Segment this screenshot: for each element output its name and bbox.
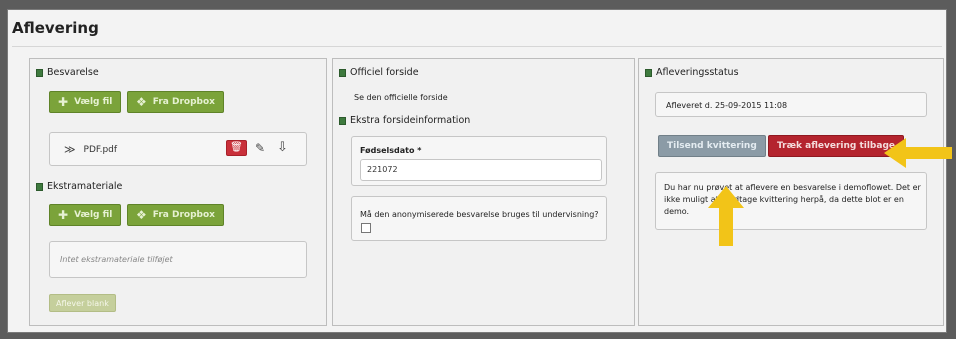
section-icon [339, 116, 346, 125]
ekstra-heading: Ekstramateriale [36, 181, 122, 192]
section-icon [339, 68, 346, 77]
extra-cover-heading: Ekstra forsideinformation [339, 115, 470, 126]
info-box: Du har nu prøvet at aflevere en besvarel… [655, 172, 927, 230]
anon-question: Må den anonymiserede besvarelse bruges t… [360, 210, 599, 219]
submit-blank-label: Aflever blank [56, 298, 109, 308]
dropbox-icon: ❖ [136, 208, 147, 222]
forside-heading-label: Officiel forside [350, 67, 419, 78]
submitted-text: Afleveret d. 25-09-2015 11:08 [666, 101, 788, 110]
ekstra-choose-file-label: Vælg fil [74, 210, 113, 220]
up-arrow-icon [708, 186, 744, 246]
besvarelse-heading-label: Besvarelse [47, 67, 99, 78]
dropbox-label: Fra Dropbox [152, 97, 215, 107]
plus-icon: ✚ [58, 95, 69, 109]
choose-file-button[interactable]: ✚ Vælg fil [49, 91, 122, 113]
uploaded-file-row: ≫ PDF.pdf 🗑 ✎ ⇩ [49, 132, 307, 166]
ekstra-empty-box: Intet ekstramateriale tilføjet [49, 241, 307, 278]
file-name: PDF.pdf [83, 144, 118, 155]
besvarelse-panel: Besvarelse ✚ Vælg fil ❖ Fra Dropbox ≫ PD… [29, 58, 327, 326]
anon-group: Må den anonymiserede besvarelse bruges t… [351, 196, 607, 241]
ekstra-dropbox-button[interactable]: ❖ Fra Dropbox [127, 204, 224, 226]
download-icon[interactable]: ⇩ [277, 141, 288, 154]
dropbox-icon: ❖ [136, 95, 147, 109]
status-heading: Afleveringsstatus [645, 67, 739, 78]
extra-cover-heading-label: Ekstra forsideinformation [350, 115, 471, 126]
title-divider [12, 46, 942, 47]
ekstra-heading-label: Ekstramateriale [47, 181, 123, 192]
delete-icon[interactable]: 🗑 [226, 140, 247, 156]
dropbox-button[interactable]: ❖ Fra Dropbox [127, 91, 224, 113]
dob-input[interactable]: 221072 [360, 159, 602, 181]
plus-icon: ✚ [58, 208, 69, 222]
left-arrow-icon [884, 138, 952, 168]
choose-file-label: Vælg fil [74, 97, 113, 107]
besvarelse-heading: Besvarelse [36, 67, 99, 78]
section-icon [36, 182, 43, 191]
file-entry[interactable]: ≫ PDF.pdf [64, 143, 117, 156]
status-heading-label: Afleveringsstatus [656, 67, 739, 78]
ekstra-choose-file-button[interactable]: ✚ Vælg fil [49, 204, 122, 226]
dob-label: Fødselsdato * [360, 146, 422, 155]
resend-receipt-button[interactable]: Tilsend kvittering [658, 135, 766, 157]
section-icon [645, 68, 652, 77]
submit-blank-button[interactable]: Aflever blank [49, 294, 116, 312]
ekstra-empty-text: Intet ekstramateriale tilføjet [60, 255, 173, 264]
chevron-down-icon: ≫ [64, 143, 76, 156]
ekstra-dropbox-label: Fra Dropbox [152, 210, 215, 220]
status-panel: Afleveringsstatus Afleveret d. 25-09-201… [638, 58, 944, 326]
dob-value: 221072 [367, 165, 398, 174]
resend-receipt-label: Tilsend kvittering [667, 141, 757, 151]
anon-checkbox[interactable] [361, 223, 371, 233]
submitted-box: Afleveret d. 25-09-2015 11:08 [655, 92, 927, 117]
forside-heading: Officiel forside [339, 67, 419, 78]
official-cover-link[interactable]: Se den officielle forside [354, 93, 448, 102]
forside-panel: Officiel forside Se den officielle forsi… [332, 58, 635, 326]
section-icon [36, 68, 43, 77]
page-title: Aflevering [12, 19, 99, 37]
pencil-icon[interactable]: ✎ [255, 142, 265, 154]
withdraw-label: Træk aflevering tilbage [777, 141, 895, 151]
dob-group: Fødselsdato * 221072 [351, 136, 607, 186]
info-text: Du har nu prøvet at aflevere en besvarel… [664, 183, 921, 216]
